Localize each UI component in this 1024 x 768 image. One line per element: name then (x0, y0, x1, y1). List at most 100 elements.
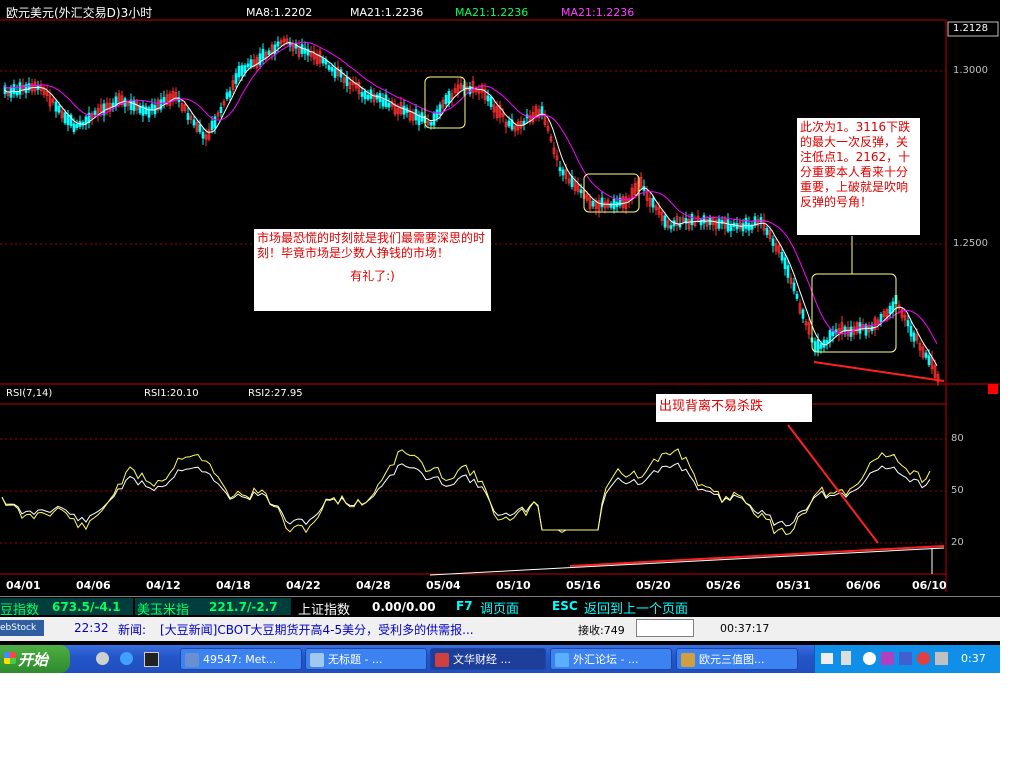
candle (261, 48, 265, 60)
candle (507, 120, 511, 127)
esc-label[interactable]: 返回到上一个页面 (584, 598, 688, 617)
quote-value: 673.5/-4.1 (52, 600, 121, 614)
keyboard-icon[interactable] (821, 653, 833, 664)
candle (765, 227, 769, 235)
candle (57, 105, 61, 113)
candle (726, 219, 730, 232)
candle (447, 91, 451, 104)
candle (444, 94, 448, 105)
candle (381, 99, 385, 107)
candle (828, 330, 832, 343)
taskbar-button[interactable]: 文华财经 ... (430, 648, 546, 670)
help-icon[interactable] (881, 652, 894, 665)
rsi-trendline (569, 545, 945, 567)
candle (783, 257, 787, 270)
date-label: 04/22 (286, 579, 321, 592)
candle (702, 215, 706, 224)
candle (198, 124, 202, 133)
candle (435, 109, 439, 119)
candle (249, 59, 253, 68)
candle (330, 67, 334, 72)
price-axis-label-mid: 1.2500 (953, 238, 988, 249)
candle (132, 99, 136, 111)
panic-note: 市场最恐慌的时刻就是我们最需要深思的时刻！毕竟市场是少数人挣钱的市场！ 有礼了:… (254, 229, 491, 311)
candle (321, 58, 325, 64)
date-label: 05/16 (566, 579, 601, 592)
system-tray: 0:37 (814, 645, 1000, 673)
start-button[interactable]: 开始 (0, 645, 70, 673)
candle (780, 252, 784, 261)
news-time: 22:32 (74, 621, 109, 635)
monitor-icon[interactable] (935, 652, 948, 665)
candle (387, 102, 391, 108)
news-bar: ebStock 22:32 新闻: [大豆新闻]CBOT大豆期货开高4-5美分，… (0, 617, 1000, 641)
date-label: 05/31 (776, 579, 811, 592)
candle (15, 91, 19, 96)
candle (201, 131, 205, 139)
candle (228, 90, 232, 98)
quote-value: 221.7/-2.7 (209, 600, 278, 614)
ie-icon (555, 653, 569, 667)
candle (924, 352, 928, 358)
chevron-left-icon[interactable] (863, 652, 876, 665)
quicklaunch-desktop-icon[interactable] (144, 652, 159, 667)
news-clock: 00:37:17 (720, 622, 770, 635)
quote-name: 美玉米指 (137, 603, 190, 618)
candle (327, 65, 331, 70)
quote-cell-corn[interactable]: 美玉米指 221.7/-2.7 (135, 598, 291, 618)
input-method-icon[interactable] (841, 651, 851, 665)
candle (651, 197, 655, 208)
candle (600, 197, 604, 208)
candle (819, 343, 823, 349)
candle (786, 265, 790, 278)
date-label: 05/04 (426, 579, 461, 592)
taskbar-button[interactable]: 49547: Met... (180, 648, 302, 670)
paint-icon (681, 653, 695, 667)
candle (276, 41, 280, 47)
security-icon[interactable] (917, 652, 930, 665)
rsi2-readout: RSI2:27.95 (248, 388, 303, 399)
candle (210, 120, 214, 130)
quote-cell-shanghai[interactable]: 上证指数 0.00/0.00 (294, 598, 448, 618)
price-axis-label-top: 1.3000 (953, 65, 988, 76)
rsi-baseline (429, 547, 945, 576)
divergence-line (787, 424, 879, 544)
date-label: 05/10 (496, 579, 531, 592)
candle (54, 101, 58, 112)
receive-count: 接收:749 (578, 624, 625, 637)
taskbar-button[interactable]: 欧元三值图... (676, 648, 798, 670)
rsi1-readout: RSI1:20.10 (144, 388, 199, 399)
tray-clock: 0:37 (961, 652, 986, 665)
date-label: 04/28 (356, 579, 391, 592)
candle (345, 76, 349, 87)
candle (225, 92, 229, 100)
candle (138, 106, 142, 114)
taskbar-button[interactable]: 无标题 - ... (305, 648, 427, 670)
candle (273, 44, 277, 55)
rsi-axis-80: 80 (951, 433, 964, 444)
f7-label[interactable]: 调页面 (480, 598, 519, 617)
candle (813, 341, 817, 353)
network-icon[interactable] (899, 652, 912, 665)
candle (717, 218, 721, 229)
rsi-title: RSI(7,14) (6, 388, 53, 399)
candle (912, 332, 916, 342)
candle (63, 112, 67, 124)
news-input[interactable] (636, 619, 694, 637)
quicklaunch-browser-icon[interactable] (96, 652, 109, 665)
candle (366, 94, 370, 100)
date-label: 05/26 (706, 579, 741, 592)
quicklaunch-ie-icon[interactable] (120, 652, 133, 665)
date-label: 05/20 (636, 579, 671, 592)
candle (540, 106, 544, 114)
regards-text: 有礼了:) (350, 269, 395, 283)
price-rsi-chart[interactable] (0, 0, 1000, 600)
quote-cell-soy[interactable]: 豆指数 673.5/-4.1 (0, 598, 133, 618)
taskbar-button[interactable]: 外汇论坛 - ... (550, 648, 672, 670)
candle (690, 213, 694, 225)
ebstock-logo: ebStock (0, 620, 44, 636)
news-headline[interactable]: [大豆新闻]CBOT大豆期货开高4-5美分，受利多的供需报... (160, 621, 560, 638)
f7-key: F7 (456, 599, 473, 613)
candle (186, 113, 190, 120)
candle (591, 201, 595, 207)
